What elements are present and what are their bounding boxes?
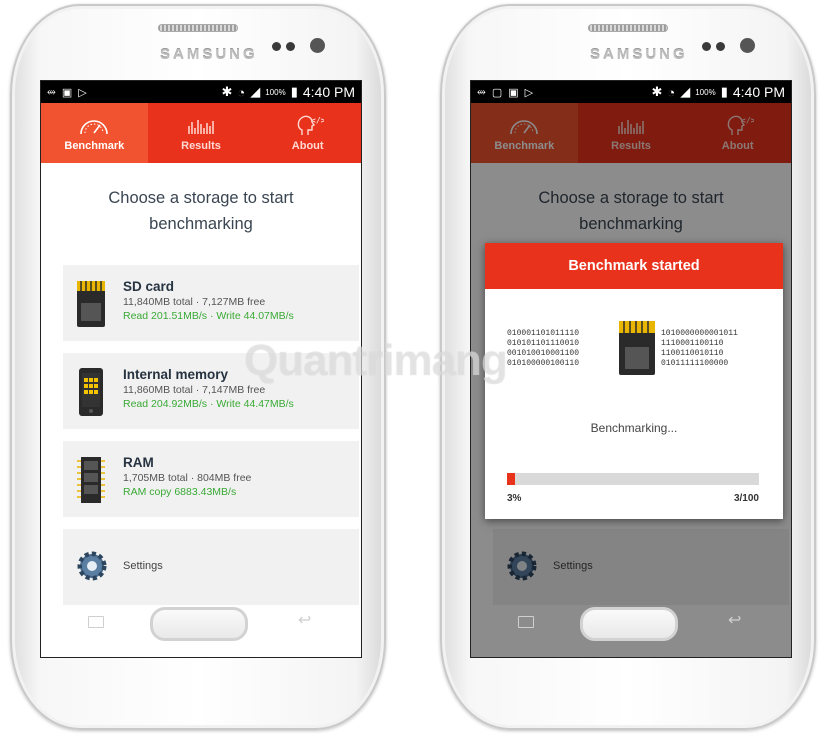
sd-card-icon [619,321,655,375]
storage-card-internal[interactable]: Internal memory 11,860MB total · 7,147MB… [63,353,359,429]
storage-card-ram[interactable]: RAM 1,705MB total · 804MB free RAM copy … [63,441,359,517]
binary-line: 01011111100000 [661,359,729,368]
back-key-icon[interactable]: ↩ [298,610,311,630]
tab-about[interactable]: </> About [254,103,361,163]
app-screen: ⥈ ▣ ▷ ✱ ◔ ◢ 100% ▮ 4:40 PM Benchmark Res… [40,80,362,658]
home-button[interactable] [580,607,678,641]
benchmark-panel: Choose a storage to start benchmarking S… [41,163,361,657]
tab-bar: Benchmark Results </> About [41,103,361,163]
sd-card-icon [77,281,105,327]
sensor-dot [702,42,711,51]
storage-speed: RAM copy 6883.43MB/s [123,486,237,498]
progress-count: 3/100 [733,493,759,504]
earpiece-speaker [158,24,238,32]
battery-icon: ▮ [290,84,298,99]
svg-text:</>: </> [311,116,324,125]
usb-icon: ⥈ [477,85,486,98]
dialog-title: Benchmark started [485,243,783,289]
home-button[interactable] [150,607,248,641]
tab-results[interactable]: Results [148,103,255,163]
progress-bar [507,473,759,485]
battery-percent: 100% [695,87,716,97]
clock: 4:40 PM [302,84,355,100]
signal-icon: ◢ [680,84,691,99]
binary-text-right: 1010000000001011 1110001100110 110011001… [661,329,738,369]
binary-line: 1110001100110 [661,339,724,348]
benchmark-status: Benchmarking... [590,421,678,435]
back-key-icon[interactable]: ↩ [728,610,741,630]
menu-key[interactable] [88,616,104,628]
usb-icon: ⥈ [47,85,56,98]
head-code-icon: </> [297,115,324,135]
tab-benchmark[interactable]: Benchmark [41,103,148,163]
storage-title: SD card [123,279,175,294]
storage-title: Internal memory [123,367,229,382]
bar-chart-icon [188,120,214,134]
phone-chip-icon [79,368,103,416]
phone-left: SAMSUNG ⥈ ▣ ▷ ✱ ◔ ◢ 100% ▮ 4:40 PM Bench… [10,4,386,730]
sd-notification-icon: ▣ [508,86,519,99]
storage-speed: Read 201.51MB/s · Write 44.07MB/s [123,310,294,322]
tab-results-label: Results [181,140,221,152]
clock: 4:40 PM [732,84,785,100]
battery-icon: ▮ [720,84,728,99]
signal-icon: ◢ [250,84,261,99]
storage-details: 1,705MB total · 804MB free [123,472,252,484]
storage-card-sd[interactable]: SD card 11,840MB total · 7,127MB free Re… [63,265,359,341]
sensor-dot [716,42,725,51]
progress-percent: 3% [507,493,522,504]
storage-speed: Read 204.92MB/s · Write 44.47MB/s [123,398,294,410]
battery-percent: 100% [265,87,286,97]
earpiece-speaker [588,24,668,32]
binary-line: 010101101110010 [507,339,580,348]
phone-right: SAMSUNG ⥈ ▢ ▣ ▷ ✱ ◔ ◢ 100% ▮ 4:40 PM Ben… [440,4,816,730]
sd-notification-icon: ▣ [61,86,73,99]
binary-line: 010001101011110 [507,329,580,338]
speedometer-icon [80,120,109,135]
binary-line: 010100000100110 [507,359,580,368]
binary-line: 1010000000001011 [661,329,738,338]
binary-text-left: 010001101011110 010101101110010 00101001… [507,329,579,369]
status-bar: ⥈ ▢ ▣ ▷ ✱ ◔ ◢ 100% ▮ 4:40 PM [471,81,791,103]
binary-line: 001010010001100 [507,349,580,358]
storage-title: RAM [123,455,154,470]
front-camera [310,38,325,53]
screenshot-icon: ▢ [491,86,503,99]
settings-label: Settings [123,560,163,572]
benchmark-dialog: Benchmark started 010001101011110 010101… [485,243,783,519]
settings-card[interactable]: Settings [63,529,359,605]
bluetooth-icon: ✱ [651,84,663,99]
progress-fill [507,473,515,485]
front-camera [740,38,755,53]
bluetooth-icon: ✱ [221,84,233,99]
binary-line: 1100110010110 [661,349,724,358]
brand-logo: SAMSUNG [160,46,258,63]
wifi-icon: ◔ [237,84,246,100]
status-bar: ⥈ ▣ ▷ ✱ ◔ ◢ 100% ▮ 4:40 PM [41,81,361,103]
storage-details: 11,840MB total · 7,127MB free [123,296,266,308]
gear-icon [77,551,107,581]
sensor-dot [286,42,295,51]
page-title: Choose a storage to start benchmarking [108,189,294,233]
tab-about-label: About [291,140,324,152]
sensor-dot [272,42,281,51]
app-screen: ⥈ ▢ ▣ ▷ ✱ ◔ ◢ 100% ▮ 4:40 PM Benchmark R… [470,80,792,658]
ram-chip-icon [77,457,105,503]
play-store-icon: ▷ [78,86,87,99]
play-store-icon: ▷ [524,86,534,99]
brand-logo: SAMSUNG [590,46,688,63]
wifi-icon: ◔ [667,84,676,100]
menu-key[interactable] [518,616,534,628]
tab-benchmark-label: Benchmark [64,140,125,152]
storage-details: 11,860MB total · 7,147MB free [123,384,266,396]
